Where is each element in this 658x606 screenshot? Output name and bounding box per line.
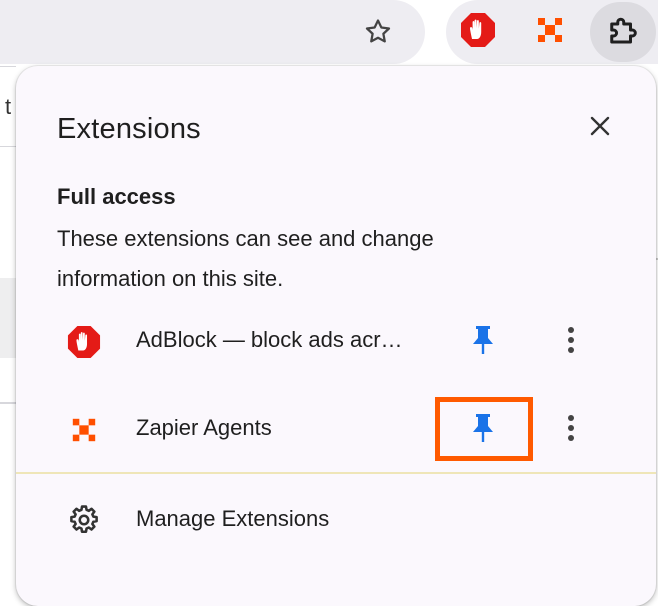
zapier-toolbar-button[interactable] [530,12,570,52]
pin-button[interactable] [465,324,501,360]
extension-row-zapier[interactable]: Zapier Agents [16,395,656,465]
star-icon[interactable] [360,14,396,50]
bg-divider [0,402,16,404]
puzzle-icon [605,12,641,53]
manage-extensions-button[interactable]: Manage Extensions [16,486,656,556]
zapier-icon [66,412,102,448]
section-description: These extensions can see and change info… [57,226,434,291]
close-button[interactable] [582,110,618,146]
adblock-icon [66,324,102,360]
address-bar[interactable] [0,0,425,64]
extensions-menu-button[interactable] [590,2,656,62]
extensions-popup: Extensions Full access These extensions … [16,66,656,606]
adblock-icon [460,12,496,53]
pin-icon [470,324,496,361]
extension-name: Zapier Agents [136,415,272,440]
section-heading: Full access [57,184,176,209]
more-options-button[interactable] [556,412,586,448]
divider [16,472,656,474]
bg-divider [0,146,16,147]
bg-text: t [5,94,12,119]
gear-icon [66,502,102,538]
manage-extensions-label: Manage Extensions [136,506,330,531]
extension-row-adblock[interactable]: AdBlock — block ads acr… [16,307,656,377]
more-vert-icon [567,413,575,448]
pin-highlight-box [435,397,533,461]
bg-divider [0,66,16,67]
bg-panel [0,278,16,358]
popup-title: Extensions [57,113,201,145]
more-options-button[interactable] [556,324,586,360]
close-icon [589,115,611,142]
more-vert-icon [567,325,575,360]
extension-name: AdBlock — block ads acr… [136,327,403,352]
zapier-icon [535,15,565,50]
adblock-toolbar-button[interactable] [458,12,498,52]
